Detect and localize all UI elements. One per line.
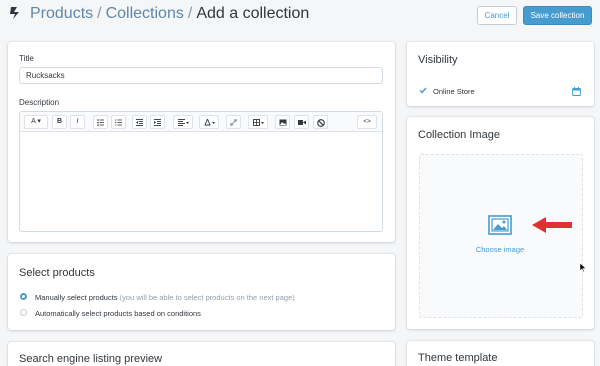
- logo-icon: [10, 7, 19, 19]
- manual-select-label[interactable]: Manually select products (you will be ab…: [35, 293, 295, 302]
- automatic-select-radio[interactable]: [20, 309, 27, 316]
- theme-template-heading: Theme template: [418, 352, 498, 364]
- online-store-label: Online Store: [433, 87, 475, 96]
- italic-button[interactable]: I: [70, 115, 85, 129]
- font-label: A: [31, 118, 36, 125]
- editor-toolbar: A ▾ B I <>: [20, 112, 382, 132]
- breadcrumb-separator: /: [187, 5, 193, 22]
- breadcrumb: Products / Collections / Add a collection: [30, 4, 309, 24]
- table-dropdown-button[interactable]: [248, 115, 268, 129]
- outdent-button[interactable]: [132, 115, 147, 129]
- indent-button[interactable]: [150, 115, 165, 129]
- seo-preview-heading: Search engine listing preview: [19, 353, 163, 365]
- manual-select-text: Manually select products: [35, 293, 118, 302]
- insert-video-button[interactable]: [294, 115, 309, 129]
- table-icon: [252, 119, 264, 126]
- choose-image-link[interactable]: Choose image: [460, 245, 540, 254]
- text-color-icon: [203, 119, 215, 126]
- indent-icon: [154, 119, 161, 126]
- title-input[interactable]: Rucksacks: [19, 67, 383, 84]
- cancel-button[interactable]: Cancel: [477, 6, 517, 25]
- page-title: Add a collection: [196, 5, 310, 22]
- insert-link-button[interactable]: [226, 115, 241, 129]
- automatic-select-label[interactable]: Automatically select products based on c…: [35, 309, 201, 318]
- clear-formatting-button[interactable]: [313, 115, 328, 129]
- align-left-icon: [177, 119, 189, 126]
- select-products-heading: Select products: [19, 267, 95, 279]
- bulleted-list-icon: [97, 119, 104, 126]
- page-header: Products / Collections / Add a collection Ca…: [0, 0, 600, 30]
- description-label: Description: [19, 98, 60, 107]
- bold-button[interactable]: B: [52, 115, 67, 129]
- manual-select-hint: (you will be able to select products on …: [119, 293, 295, 302]
- description-editor[interactable]: A ▾ B I <>: [19, 111, 383, 232]
- align-dropdown-button[interactable]: [173, 115, 193, 129]
- visibility-heading: Visibility: [418, 54, 458, 66]
- image-drop-zone[interactable]: [419, 154, 583, 318]
- video-icon: [297, 120, 306, 125]
- numbered-list-icon: [115, 119, 122, 126]
- insert-image-button[interactable]: [275, 115, 290, 129]
- checkmark-icon: [419, 87, 427, 94]
- outdent-icon: [136, 119, 143, 126]
- collection-image-heading: Collection Image: [418, 129, 500, 141]
- select-products-card: [8, 254, 395, 330]
- numbered-list-button[interactable]: [111, 115, 126, 129]
- image-icon: [279, 119, 286, 126]
- breadcrumb-separator: /: [97, 5, 102, 22]
- text-color-dropdown-button[interactable]: [199, 115, 219, 129]
- visibility-card: [407, 42, 594, 106]
- manual-select-radio[interactable]: [20, 293, 27, 300]
- breadcrumb-products-link[interactable]: Products: [30, 5, 93, 22]
- save-collection-button[interactable]: Save collection: [523, 6, 592, 25]
- mouse-cursor-icon: [579, 262, 587, 273]
- title-label: Title: [19, 54, 34, 63]
- calendar-icon[interactable]: [572, 87, 581, 96]
- link-icon: [230, 119, 237, 126]
- image-placeholder-icon[interactable]: [488, 215, 512, 235]
- breadcrumb-collections-link[interactable]: Collections: [106, 5, 184, 22]
- bulleted-list-button[interactable]: [93, 115, 108, 129]
- annotation-arrow-icon: [532, 217, 572, 233]
- show-html-button[interactable]: <>: [357, 115, 377, 129]
- clear-formatting-icon: [316, 119, 325, 127]
- font-dropdown-button[interactable]: A ▾: [24, 115, 48, 129]
